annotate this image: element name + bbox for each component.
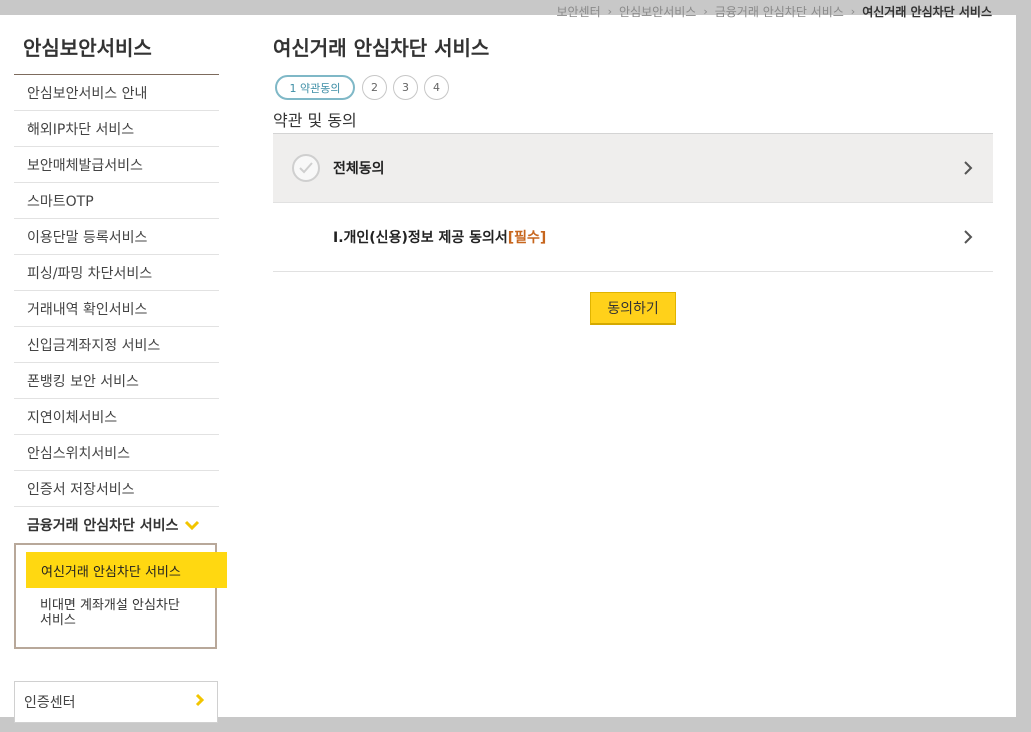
cert-center-link[interactable]: 인증센터 — [14, 681, 218, 723]
sidebar-item[interactable]: 폰뱅킹 보안 서비스 — [14, 363, 219, 399]
agreement-title: I.개인(신용)정보 제공 동의서 — [333, 230, 508, 246]
sidebar-title: 안심보안서비스 — [14, 15, 219, 75]
section-title: 약관 및 동의 — [273, 111, 357, 130]
step: 4 — [424, 75, 449, 100]
submenu-item[interactable]: 비대면 계좌개설 안심차단 서비스 — [28, 598, 198, 628]
sidebar-item[interactable]: 안심스위치서비스 — [14, 435, 219, 471]
agreement-label: I.개인(신용)정보 제공 동의서[필수] — [333, 227, 546, 247]
submenu: 여신거래 안심차단 서비스 비대면 계좌개설 안심차단 서비스 — [14, 543, 227, 649]
step: 2 — [362, 75, 387, 100]
page-title: 여신거래 안심차단 서비스 — [273, 36, 490, 60]
agree-all-row[interactable]: 전체동의 — [273, 133, 993, 203]
submenu-item-selected[interactable]: 여신거래 안심차단 서비스 — [26, 552, 227, 588]
breadcrumb-item[interactable]: 금융거래 안심차단 서비스 — [715, 3, 844, 20]
breadcrumb-separator: › — [703, 5, 708, 18]
agreement-list: 전체동의 I.개인(신용)정보 제공 동의서[필수] — [273, 133, 993, 272]
agreement-row[interactable]: I.개인(신용)정보 제공 동의서[필수] — [273, 203, 993, 272]
sidebar-item[interactable]: 안심보안서비스 안내 — [14, 75, 219, 111]
step-current: 1 약관동의 — [275, 75, 355, 100]
sidebar-menu: 안심보안서비스 안내 해외IP차단 서비스 보안매체발급서비스 스마트OTP 이… — [14, 75, 219, 543]
cert-center-label: 인증센터 — [24, 695, 76, 711]
sidebar: 안심보안서비스 안심보안서비스 안내 해외IP차단 서비스 보안매체발급서비스 … — [14, 15, 227, 649]
step-indicator: 1 약관동의 2 3 4 — [275, 75, 455, 100]
breadcrumb: 보안센터 › 안심보안서비스 › 금융거래 안심차단 서비스 › 여신거래 안심… — [556, 3, 992, 20]
sidebar-item[interactable]: 이용단말 등록서비스 — [14, 219, 219, 255]
required-tag: [필수] — [507, 230, 547, 246]
sidebar-item[interactable]: 해외IP차단 서비스 — [14, 111, 219, 147]
breadcrumb-current: 여신거래 안심차단 서비스 — [862, 5, 992, 19]
sidebar-item[interactable]: 지연이체서비스 — [14, 399, 219, 435]
agree-all-label: 전체동의 — [333, 161, 385, 177]
sidebar-item-label: 금융거래 안심차단 서비스 — [27, 518, 179, 534]
check-circle-icon[interactable] — [292, 154, 320, 182]
chevron-down-icon — [184, 520, 200, 530]
sidebar-item[interactable]: 신입금계좌지정 서비스 — [14, 327, 219, 363]
breadcrumb-item[interactable]: 보안센터 — [556, 3, 600, 20]
sidebar-item[interactable]: 인증서 저장서비스 — [14, 471, 219, 507]
chevron-right-icon — [963, 229, 973, 245]
breadcrumb-separator: › — [607, 5, 613, 18]
sidebar-item[interactable]: 스마트OTP — [14, 183, 219, 219]
breadcrumb-separator: › — [850, 5, 856, 18]
step: 3 — [393, 75, 418, 100]
sidebar-item[interactable]: 거래내역 확인서비스 — [14, 291, 219, 327]
sidebar-item[interactable]: 피싱/파밍 차단서비스 — [14, 255, 219, 291]
agree-button[interactable]: 동의하기 — [590, 292, 676, 325]
sidebar-item[interactable]: 보안매체발급서비스 — [14, 147, 219, 183]
breadcrumb-item[interactable]: 안심보안서비스 — [619, 3, 696, 20]
chevron-right-icon — [963, 160, 973, 176]
chevron-right-icon — [195, 693, 205, 711]
sidebar-item-active[interactable]: 금융거래 안심차단 서비스 — [14, 507, 219, 543]
